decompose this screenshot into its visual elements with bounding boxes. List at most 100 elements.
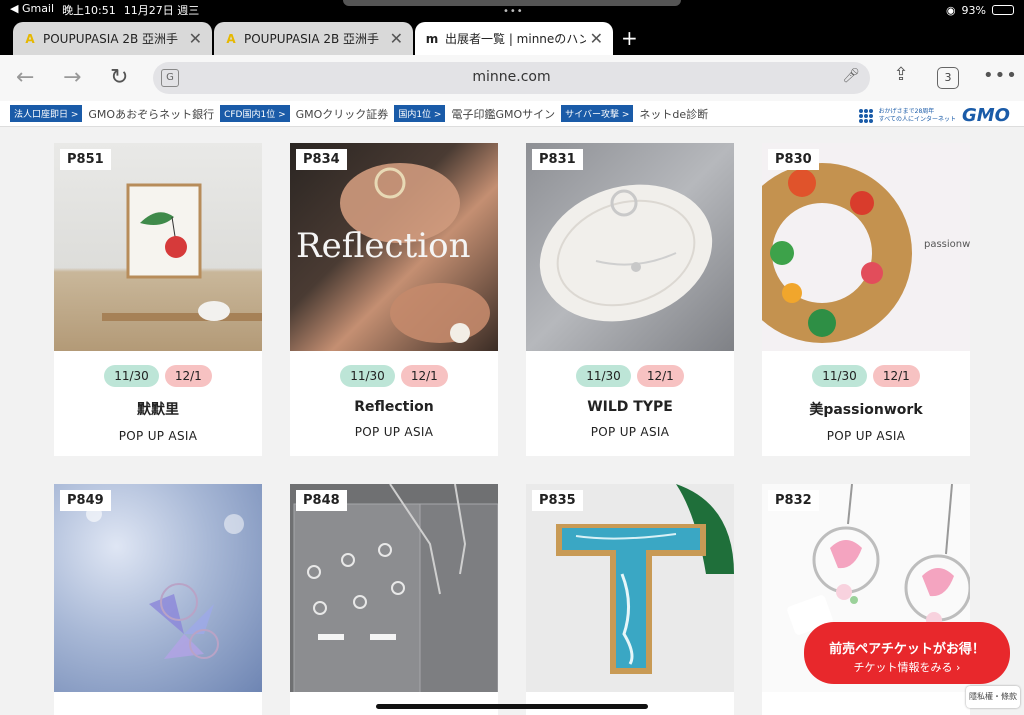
exhibitor-card[interactable]: P831 11/30 12/1 WILD TYPE POP UP ASIA xyxy=(526,143,734,456)
new-tab-button[interactable]: + xyxy=(621,26,638,50)
exhibitor-card[interactable]: Reflection P834 11/30 12/1 Reflection PO… xyxy=(290,143,498,456)
jewelry-dish-image xyxy=(539,184,713,322)
art-frame-image xyxy=(102,183,262,321)
date-pill: 12/1 xyxy=(872,365,920,387)
browser-toolbar: ← → ↻ G minne.com 🎤︎ ⇪ 3 ••• xyxy=(0,55,1024,101)
ad-text: GMOクリック証券 xyxy=(295,107,389,121)
exhibitor-photo: passionw P830 xyxy=(762,143,970,351)
ad-text: ネットde診断 xyxy=(639,107,709,121)
gmo-tagline: おかげさまで28周年 xyxy=(878,107,935,115)
exhibitor-photo: P849 xyxy=(54,484,262,692)
tab-title: POUPUPASIA 2B 亞洲手 xyxy=(43,32,179,46)
ad-text: 電子印鑑GMOサイン xyxy=(451,107,556,121)
ad-link-click[interactable]: CFD国内1位 > GMOクリック証券 xyxy=(220,105,388,122)
woven-wreath-image: passionw xyxy=(762,163,970,343)
share-icon[interactable]: ⇪ xyxy=(888,64,914,92)
exhibitor-photo: Reflection P834 xyxy=(290,143,498,351)
resin-tray-image xyxy=(556,484,734,674)
tab-favicon-icon: m xyxy=(425,31,439,46)
promo-link: チケット情報をみる › xyxy=(853,661,961,674)
exhibitor-code: P834 xyxy=(296,149,347,170)
exhibitor-event: POP UP ASIA xyxy=(826,429,906,443)
battery-percent: 93% xyxy=(961,3,986,17)
gmo-logo[interactable]: おかげさまで28周年 すべての人にインターネット GMO xyxy=(858,105,1010,126)
exhibitor-code: P848 xyxy=(296,490,347,511)
exhibitor-name: Reflection xyxy=(354,399,434,415)
date-pill: 11/30 xyxy=(812,365,867,387)
exhibitor-code: P830 xyxy=(768,149,819,170)
date-pill: 12/1 xyxy=(164,365,212,387)
photo-overlay-text: Reflection xyxy=(296,226,470,266)
date-pill: 12/1 xyxy=(400,365,448,387)
reload-icon[interactable]: ↻ xyxy=(110,65,128,90)
ad-link-cyber[interactable]: サイバー攻撃 > ネットde診断 xyxy=(561,105,708,122)
close-tab-icon[interactable]: ✕ xyxy=(590,29,603,48)
exhibitor-event: POP UP ASIA xyxy=(118,429,198,443)
tab-2[interactable]: A POUPUPASIA 2B 亞洲手 ✕ xyxy=(214,22,413,55)
ad-banner-bar: 法人口座即日 > GMOあおぞらネット銀行 CFD国内1位 > GMOクリック証… xyxy=(0,101,1024,127)
tab-1[interactable]: A POUPUPASIA 2B 亞洲手 ✕ xyxy=(13,22,212,55)
close-tab-icon[interactable]: ✕ xyxy=(390,29,403,48)
date-pill: 12/1 xyxy=(636,365,684,387)
exhibitor-code: P835 xyxy=(532,490,583,511)
exhibitor-photo: P831 xyxy=(526,143,734,351)
close-tab-icon[interactable]: ✕ xyxy=(189,29,202,48)
exhibitor-code: P851 xyxy=(60,149,111,170)
tab-overview-button[interactable]: 3 xyxy=(937,67,959,89)
promo-title: 前売ペアチケットがお得！ xyxy=(829,642,985,657)
back-arrow-icon[interactable]: ← xyxy=(16,65,34,90)
battery-icon xyxy=(992,5,1014,15)
microphone-icon[interactable]: 🎤︎ xyxy=(842,68,860,84)
ad-badge: 法人口座即日 > xyxy=(10,105,83,122)
date-pill: 11/30 xyxy=(340,365,395,387)
exhibitor-card[interactable]: P848 xyxy=(290,484,498,715)
exhibitor-card[interactable]: P851 11/30 12/1 默默里 POP UP ASIA xyxy=(54,143,262,456)
tab-favicon-icon: A xyxy=(226,31,236,46)
ad-badge: 国内1位 > xyxy=(394,105,446,122)
exhibitor-name: 美passionwork xyxy=(809,402,923,418)
home-indicator[interactable] xyxy=(376,704,648,709)
crystal-flower-image xyxy=(86,506,244,659)
tab-3-active[interactable]: m 出展者一覧 | minneのハン ✕ xyxy=(415,22,613,55)
acrylic-rings-image xyxy=(293,484,498,692)
exhibitor-code: P832 xyxy=(768,490,819,511)
tab-title: 出展者一覧 | minneのハン xyxy=(445,32,586,46)
wifi-icon: ◉ xyxy=(945,3,956,17)
exhibitor-photo: P835 xyxy=(526,484,734,692)
url-text: minne.com xyxy=(472,69,551,85)
tab-title: POUPUPASIA 2B 亞洲手 xyxy=(244,32,380,46)
ad-text: GMOあおぞらネット銀行 xyxy=(88,107,215,121)
rings-hand-image: Reflection xyxy=(296,163,490,343)
multitask-dots-icon[interactable]: ••• xyxy=(503,6,524,17)
recaptcha-privacy-badge[interactable]: 隱私權・條款 xyxy=(966,686,1020,708)
status-date: 11月27日 週三 xyxy=(123,4,200,17)
gmo-wordmark: GMO xyxy=(962,105,1010,126)
exhibitor-event: POP UP ASIA xyxy=(590,425,670,439)
ad-link-aozora[interactable]: 法人口座即日 > GMOあおぞらネット銀行 xyxy=(10,105,214,122)
exhibitor-event: POP UP ASIA xyxy=(354,425,434,439)
status-time: 晚上10:51 xyxy=(62,4,116,17)
exhibitor-code: P849 xyxy=(60,490,111,511)
address-bar[interactable]: G minne.com 🎤︎ xyxy=(153,62,870,94)
photo-overlay-text: passionw xyxy=(924,239,970,250)
gmo-dots-icon xyxy=(858,108,873,123)
forward-arrow-icon[interactable]: → xyxy=(63,65,81,90)
exhibitor-photo: P848 xyxy=(290,484,498,692)
date-pill: 11/30 xyxy=(104,365,159,387)
exhibitor-name: 默默里 xyxy=(137,402,179,418)
ticket-promo-button[interactable]: 前売ペアチケットがお得！ チケット情報をみる › xyxy=(804,622,1010,684)
tab-favicon-icon: A xyxy=(25,31,35,46)
date-pill: 11/30 xyxy=(576,365,631,387)
ad-badge: CFD国内1位 > xyxy=(220,105,290,122)
tab-bar: A POUPUPASIA 2B 亞洲手 ✕ A POUPUPASIA 2B 亞洲… xyxy=(0,20,1024,55)
gmo-tagline: すべての人にインターネット xyxy=(878,115,956,123)
exhibitor-card[interactable]: P849 xyxy=(54,484,262,715)
exhibitor-name: WILD TYPE xyxy=(587,399,673,415)
ad-badge: サイバー攻撃 > xyxy=(561,105,634,122)
exhibitor-card[interactable]: P835 xyxy=(526,484,734,715)
ad-link-sign[interactable]: 国内1位 > 電子印鑑GMOサイン xyxy=(394,105,555,122)
back-to-app-link[interactable]: ◀ Gmail xyxy=(10,2,54,18)
exhibitor-photo: P851 xyxy=(54,143,262,351)
more-options-icon[interactable]: ••• xyxy=(983,65,1018,86)
exhibitor-card[interactable]: passionw P830 11/30 12/1 美passionwork PO… xyxy=(762,143,970,456)
